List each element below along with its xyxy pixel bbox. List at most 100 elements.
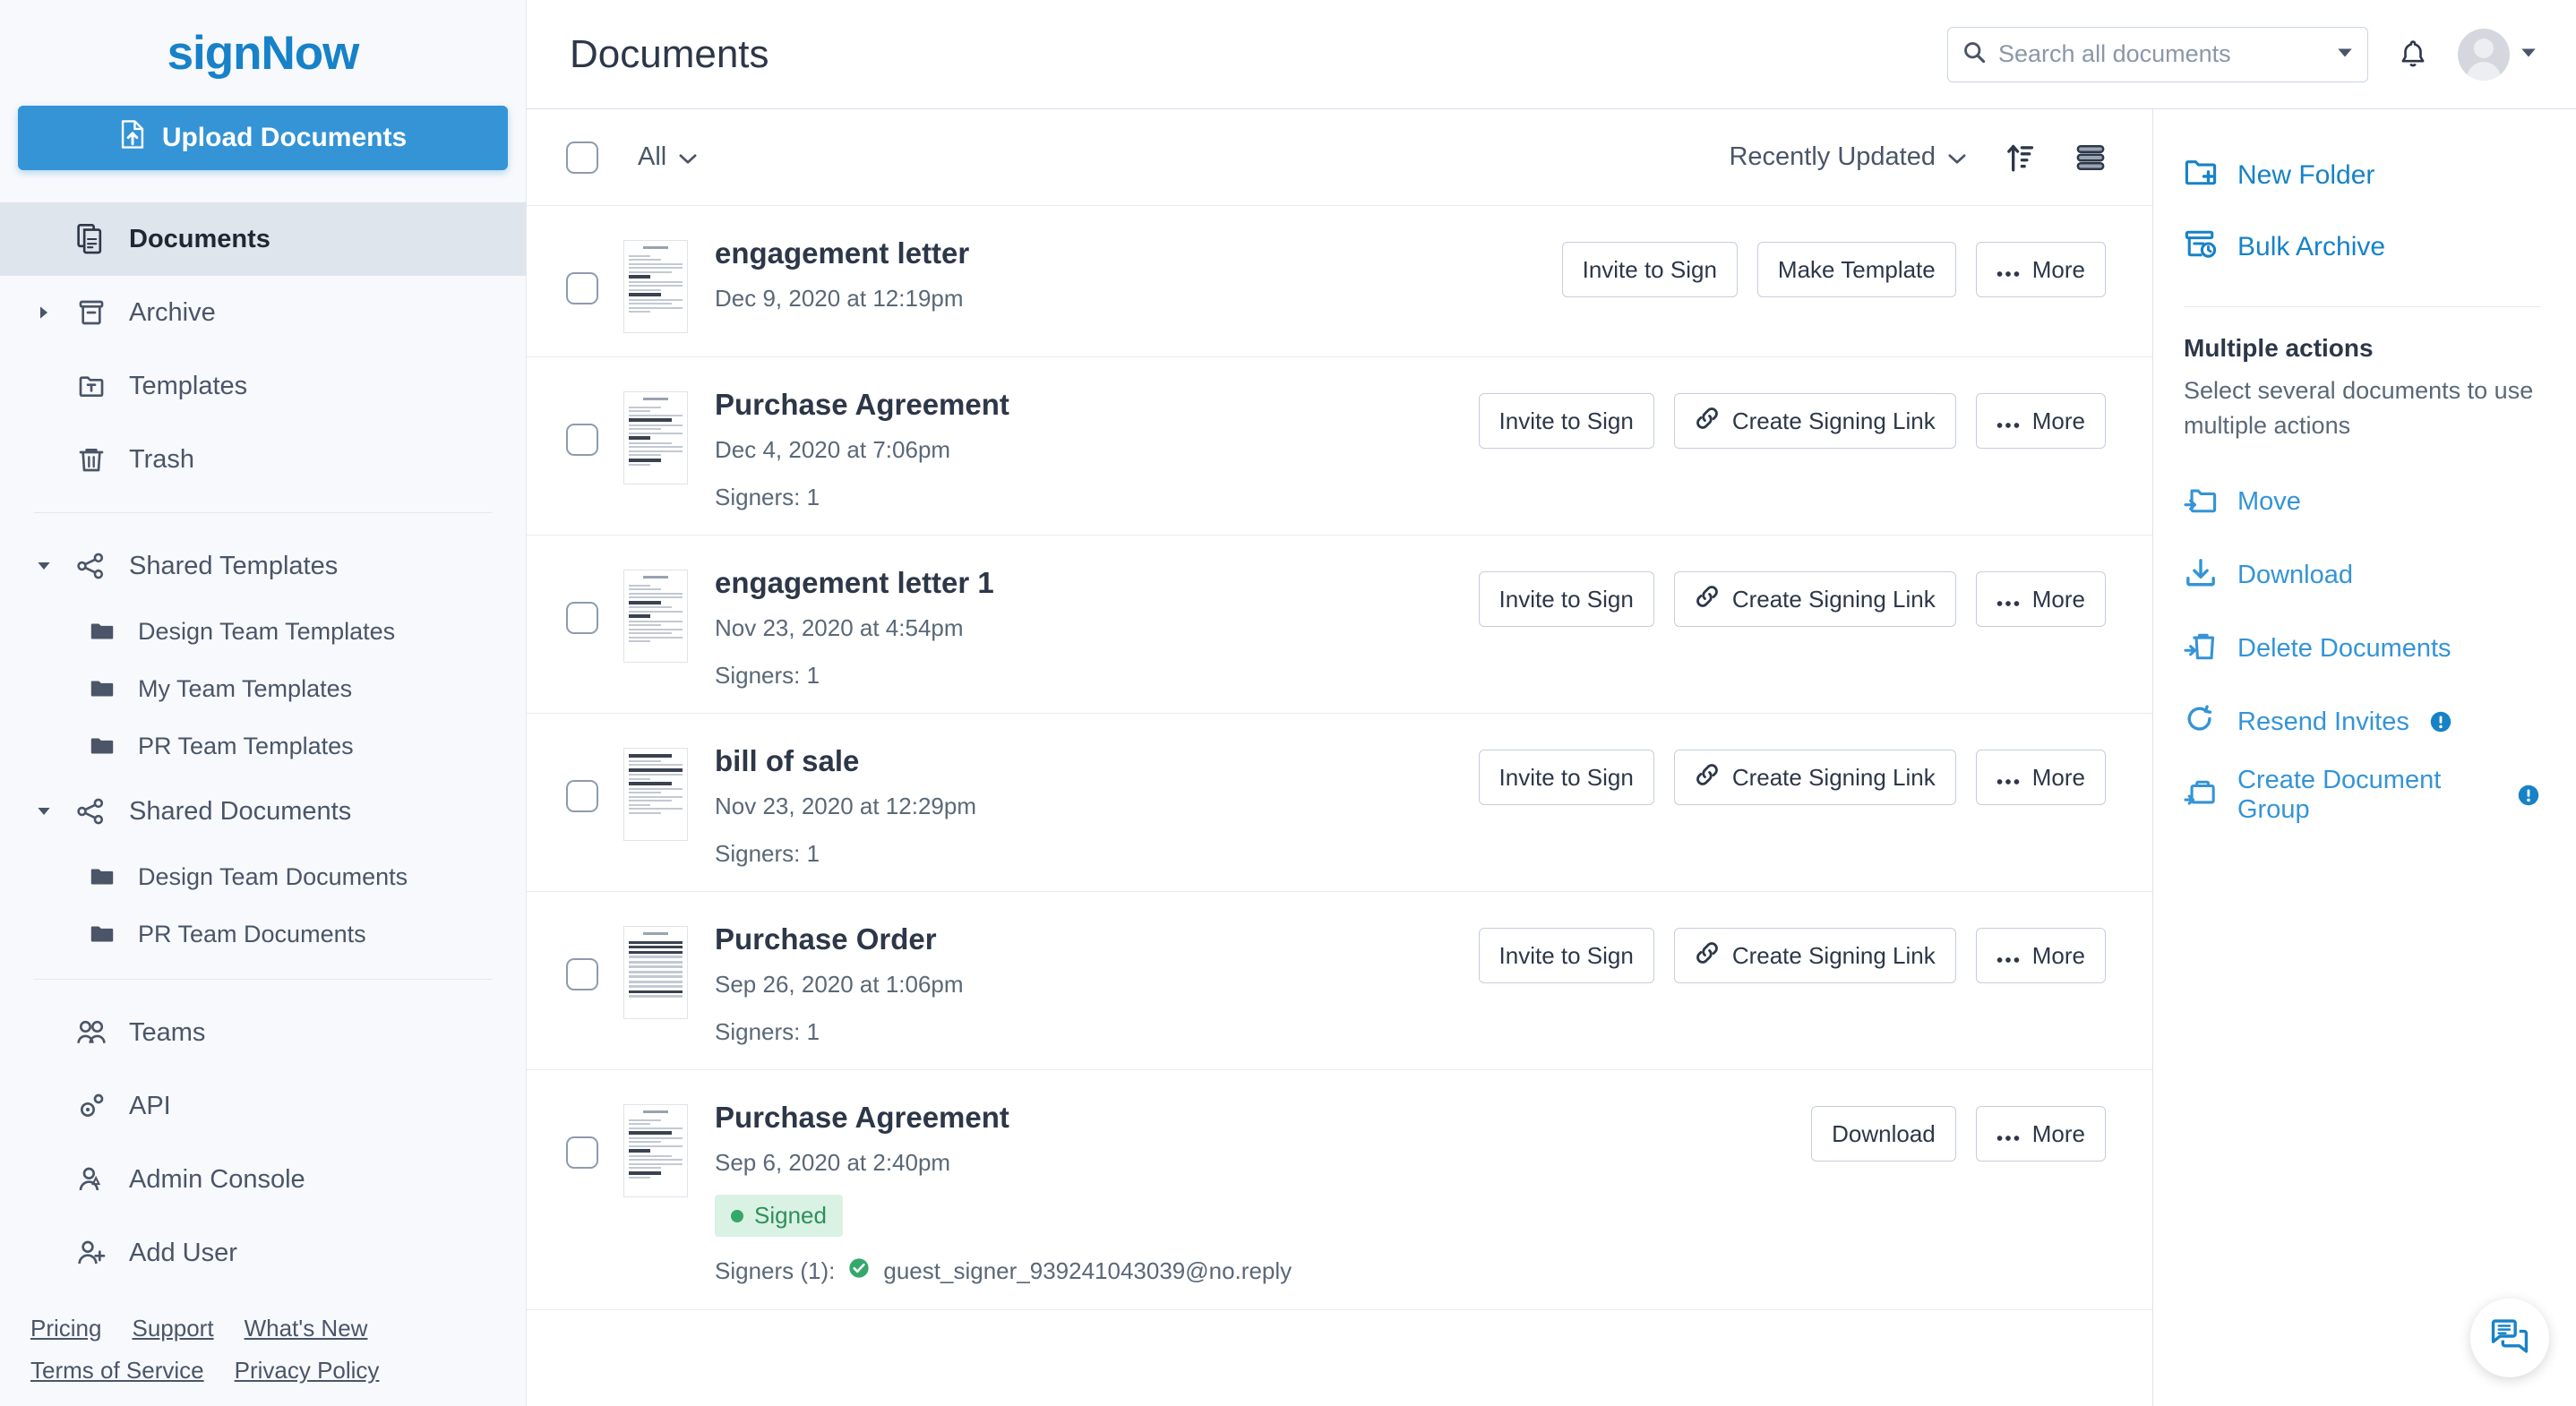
row-checkbox[interactable] bbox=[566, 1136, 598, 1169]
document-thumbnail[interactable] bbox=[623, 391, 688, 484]
sidebar-item-archive[interactable]: Archive bbox=[0, 276, 526, 349]
search-dropdown-chevron-down-icon[interactable] bbox=[2337, 47, 2353, 63]
sidebar-item-admin-console[interactable]: Admin Console bbox=[0, 1143, 526, 1216]
invite-to-sign-button[interactable]: Invite to Sign bbox=[1479, 571, 1654, 627]
link-pricing[interactable]: Pricing bbox=[30, 1315, 101, 1342]
document-name[interactable]: engagement letter 1 bbox=[715, 566, 1479, 600]
table-row[interactable]: Purchase Order Sep 26, 2020 at 1:06pm Si… bbox=[527, 892, 2152, 1070]
info-icon[interactable] bbox=[2429, 710, 2452, 733]
user-chevron-down-icon[interactable] bbox=[2520, 47, 2537, 63]
upload-documents-button[interactable]: Upload Documents bbox=[18, 106, 508, 170]
signers-label: Signers (1): bbox=[715, 1257, 835, 1285]
link-support[interactable]: Support bbox=[132, 1315, 213, 1342]
row-checkbox[interactable] bbox=[566, 780, 598, 812]
invite-to-sign-button[interactable]: Invite to Sign bbox=[1479, 750, 1654, 805]
info-icon[interactable] bbox=[2517, 784, 2540, 807]
link-terms-of-service[interactable]: Terms of Service bbox=[30, 1357, 204, 1385]
table-row[interactable]: engagement letter 1 Nov 23, 2020 at 4:54… bbox=[527, 536, 2152, 714]
row-checkbox[interactable] bbox=[566, 272, 598, 304]
user-menu[interactable] bbox=[2458, 29, 2537, 81]
sidebar-subitem-design-team-documents[interactable]: Design Team Documents bbox=[0, 848, 526, 905]
view-list-toggle-icon[interactable] bbox=[2075, 143, 2106, 172]
link-whats-new[interactable]: What's New bbox=[245, 1315, 368, 1342]
status-badge-label: Signed bbox=[754, 1202, 827, 1230]
resend-refresh-icon bbox=[2184, 705, 2218, 740]
sidebar-item-label: Shared Templates bbox=[129, 552, 338, 581]
more-button[interactable]: More bbox=[1976, 1106, 2106, 1162]
document-thumbnail[interactable] bbox=[623, 1104, 688, 1197]
more-button[interactable]: More bbox=[1976, 928, 2106, 983]
document-thumbnail[interactable] bbox=[623, 748, 688, 841]
sidebar-subitem-pr-team-templates[interactable]: PR Team Templates bbox=[0, 717, 526, 775]
sidebar-subitem-my-team-templates[interactable]: My Team Templates bbox=[0, 660, 526, 717]
sidebar-divider-1 bbox=[34, 512, 492, 513]
sidebar-item-templates[interactable]: Templates bbox=[0, 349, 526, 423]
sidebar-item-add-user[interactable]: Add User bbox=[0, 1216, 526, 1290]
select-all-checkbox[interactable] bbox=[566, 141, 598, 174]
sort-dropdown[interactable]: Recently Updated bbox=[1729, 142, 1966, 172]
create-signing-link-button[interactable]: Create Signing Link bbox=[1674, 750, 1956, 805]
link-privacy-policy[interactable]: Privacy Policy bbox=[235, 1357, 380, 1385]
delete-documents-action[interactable]: Delete Documents bbox=[2184, 612, 2540, 685]
more-dots-icon bbox=[1996, 942, 2020, 970]
create-signing-link-button[interactable]: Create Signing Link bbox=[1674, 393, 1956, 449]
download-button[interactable]: Download bbox=[1811, 1106, 1956, 1162]
create-signing-link-button[interactable]: Create Signing Link bbox=[1674, 571, 1956, 627]
more-label: More bbox=[2032, 1120, 2085, 1148]
chevron-right-icon[interactable] bbox=[34, 305, 54, 320]
make-template-button[interactable]: Make Template bbox=[1757, 242, 1956, 297]
notifications-bell-icon[interactable] bbox=[2399, 39, 2427, 70]
document-thumbnail[interactable] bbox=[623, 926, 688, 1019]
create-signing-link-button[interactable]: Create Signing Link bbox=[1674, 928, 1956, 983]
document-name[interactable]: engagement letter bbox=[715, 236, 1562, 270]
resend-invites-action[interactable]: Resend Invites bbox=[2184, 685, 2540, 759]
document-name[interactable]: Purchase Agreement bbox=[715, 1101, 1811, 1135]
document-thumbnail[interactable] bbox=[623, 570, 688, 663]
document-name[interactable]: bill of sale bbox=[715, 744, 1479, 778]
more-button[interactable]: More bbox=[1976, 571, 2106, 627]
sidebar-subitem-design-team-templates[interactable]: Design Team Templates bbox=[0, 603, 526, 660]
search-input[interactable] bbox=[1998, 40, 2324, 68]
more-button[interactable]: More bbox=[1976, 242, 2106, 297]
move-action[interactable]: Move bbox=[2184, 465, 2540, 538]
chat-support-button[interactable] bbox=[2470, 1299, 2549, 1377]
create-document-group-label: Create Document Group bbox=[2237, 766, 2497, 825]
invite-to-sign-button[interactable]: Invite to Sign bbox=[1562, 242, 1738, 297]
search-container[interactable] bbox=[1947, 27, 2368, 82]
sidebar-subitem-pr-team-documents[interactable]: PR Team Documents bbox=[0, 905, 526, 963]
table-row[interactable]: bill of sale Nov 23, 2020 at 12:29pm Sig… bbox=[527, 714, 2152, 892]
document-name[interactable]: Purchase Order bbox=[715, 922, 1479, 956]
more-dots-icon bbox=[1996, 764, 2020, 792]
sidebar-item-api[interactable]: API bbox=[0, 1069, 526, 1143]
row-checkbox[interactable] bbox=[566, 602, 598, 634]
multiple-actions-description: Select several documents to use multiple… bbox=[2184, 373, 2540, 443]
invite-to-sign-button[interactable]: Invite to Sign bbox=[1479, 393, 1654, 449]
new-folder-button[interactable]: New Folder bbox=[2184, 140, 2540, 211]
create-document-group-action[interactable]: Create Document Group bbox=[2184, 759, 2540, 832]
table-row[interactable]: engagement letter Dec 9, 2020 at 12:19pm… bbox=[527, 206, 2152, 357]
download-action[interactable]: Download bbox=[2184, 538, 2540, 612]
document-thumbnail[interactable] bbox=[623, 240, 688, 333]
chevron-down-icon[interactable] bbox=[34, 560, 54, 572]
document-signers: Signers (1): guest_signer_939241043039@n… bbox=[715, 1256, 1811, 1286]
chevron-down-icon[interactable] bbox=[34, 805, 54, 818]
document-name[interactable]: Purchase Agreement bbox=[715, 388, 1479, 422]
row-checkbox[interactable] bbox=[566, 958, 598, 990]
table-row[interactable]: Purchase Agreement Dec 4, 2020 at 7:06pm… bbox=[527, 357, 2152, 536]
more-button[interactable]: More bbox=[1976, 393, 2106, 449]
sidebar-item-shared-templates[interactable]: Shared Templates bbox=[0, 529, 526, 603]
filter-dropdown[interactable]: All bbox=[638, 142, 697, 172]
sidebar-item-documents[interactable]: Documents bbox=[0, 202, 526, 276]
row-checkbox[interactable] bbox=[566, 424, 598, 456]
invite-to-sign-button[interactable]: Invite to Sign bbox=[1479, 928, 1654, 983]
sidebar-item-trash[interactable]: Trash bbox=[0, 423, 526, 496]
multiple-actions-list: Move Download bbox=[2184, 465, 2540, 832]
table-row[interactable]: Purchase Agreement Sep 6, 2020 at 2:40pm… bbox=[527, 1070, 2152, 1310]
sidebar-item-shared-documents[interactable]: Shared Documents bbox=[0, 775, 526, 848]
document-signers: Signers: 1 bbox=[715, 662, 1479, 690]
admin-user-icon bbox=[73, 1165, 109, 1194]
bulk-archive-button[interactable]: Bulk Archive bbox=[2184, 211, 2540, 283]
sort-order-icon[interactable] bbox=[2005, 141, 2036, 174]
sidebar-item-teams[interactable]: Teams bbox=[0, 996, 526, 1069]
more-button[interactable]: More bbox=[1976, 750, 2106, 805]
